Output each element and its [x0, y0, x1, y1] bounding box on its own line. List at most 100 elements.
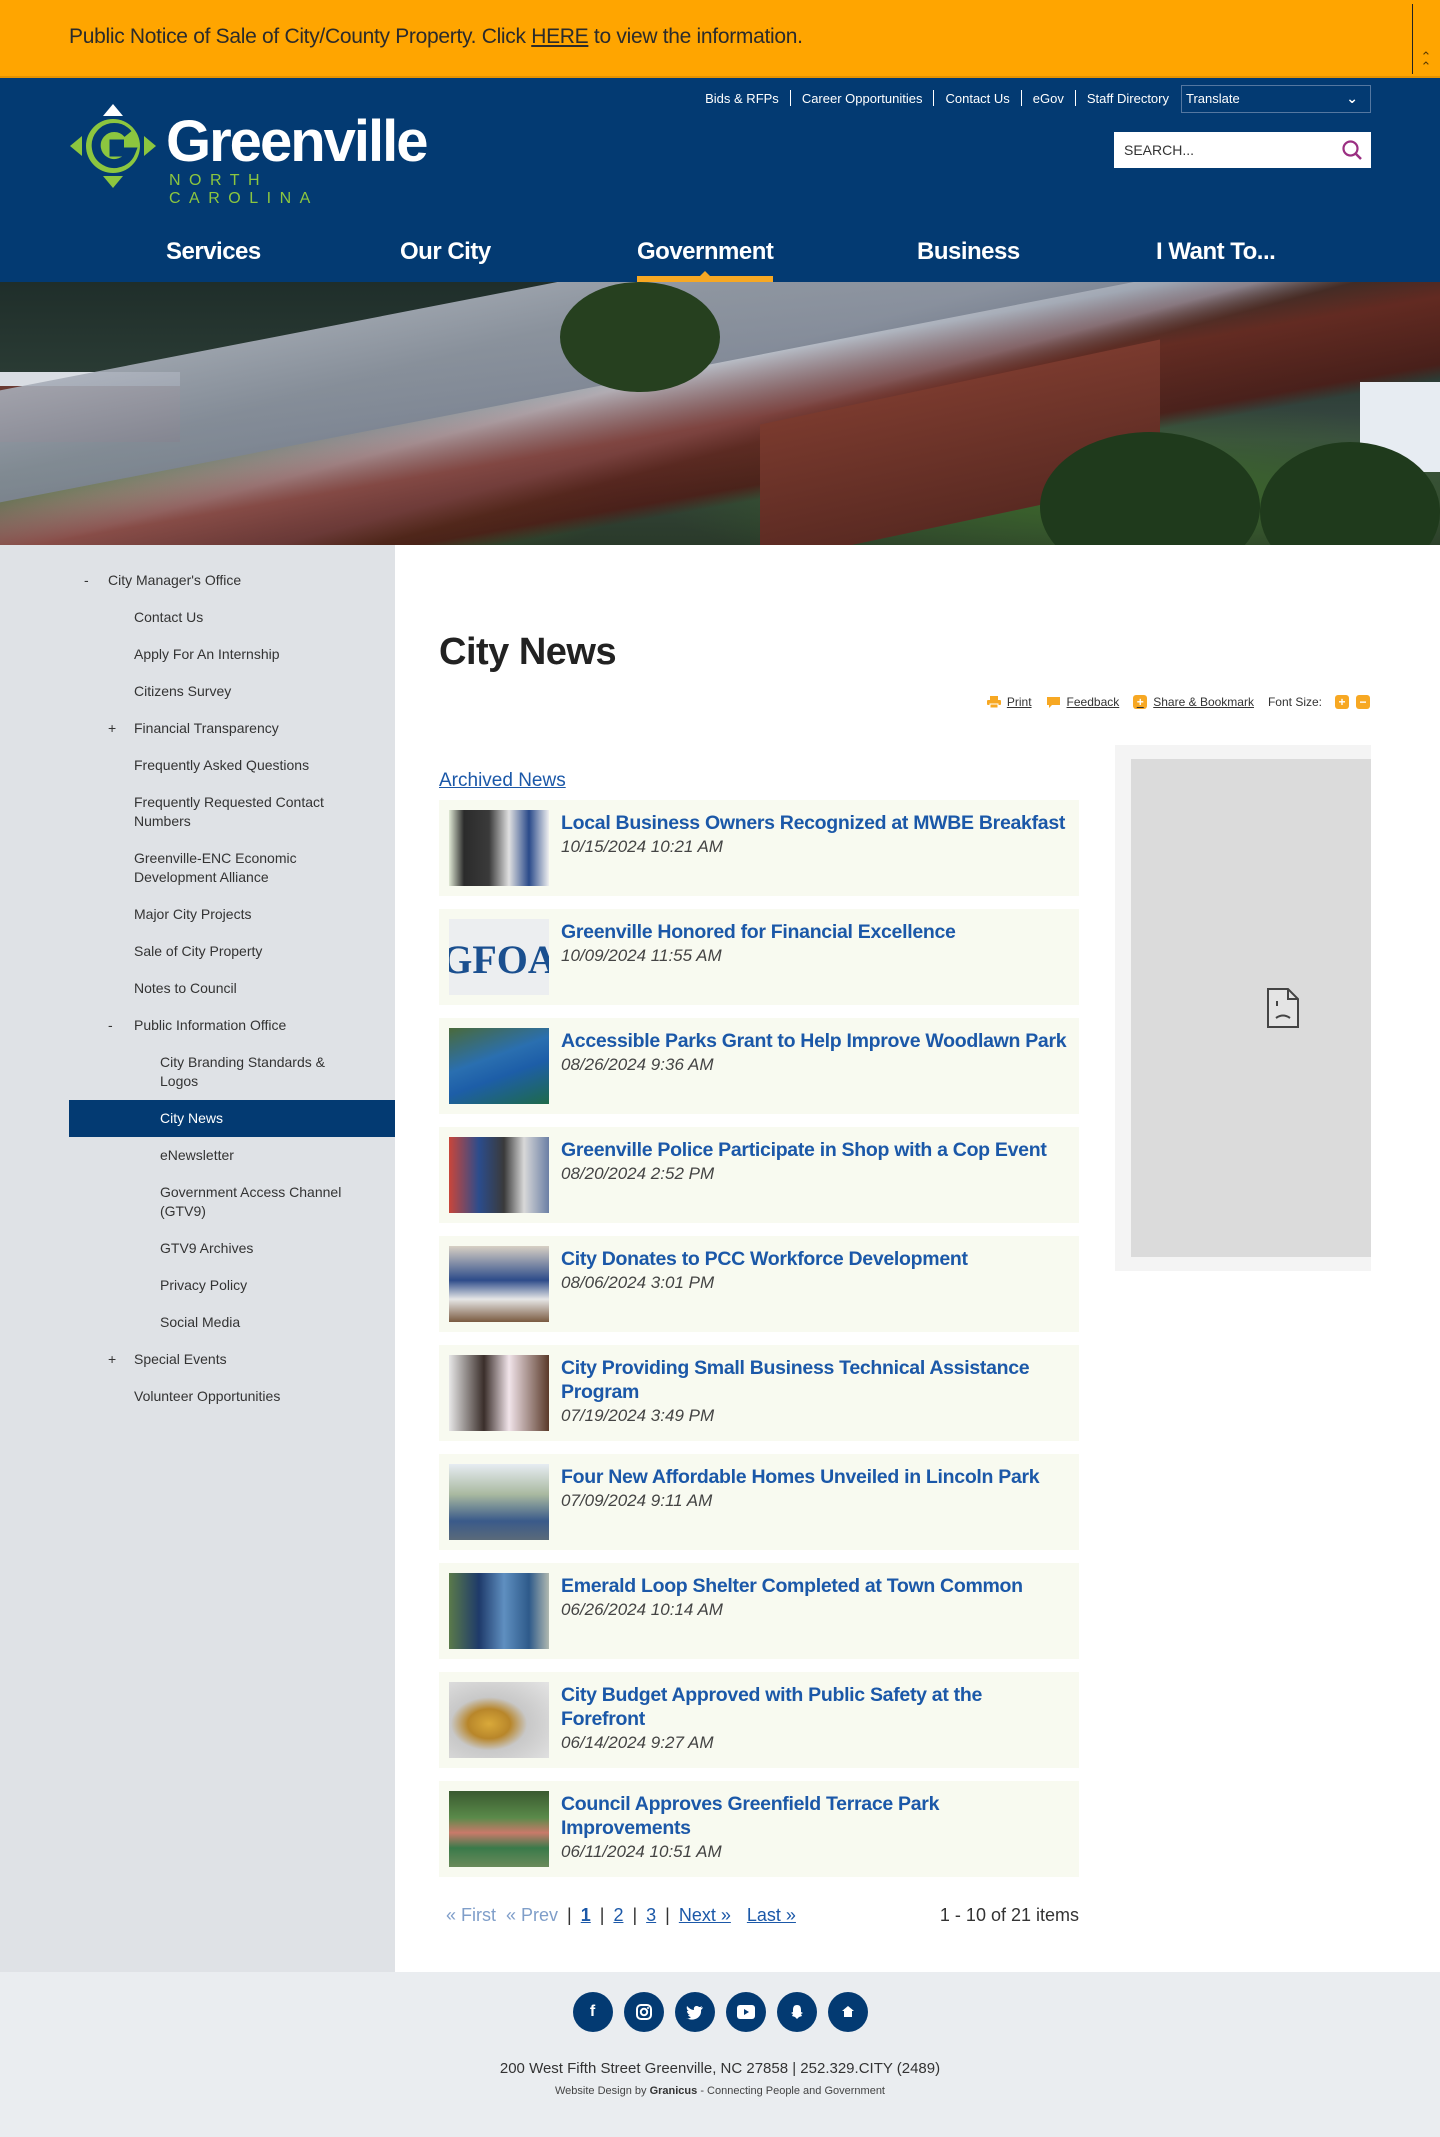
news-title-link[interactable]: Local Business Owners Recognized at MWBE… — [561, 811, 1065, 835]
sidebar-item[interactable]: Frequently Requested Contact Numbers — [0, 784, 395, 840]
news-title-link[interactable]: Greenville Honored for Financial Excelle… — [561, 920, 956, 944]
news-title-link[interactable]: Accessible Parks Grant to Help Improve W… — [561, 1029, 1067, 1053]
nav-services[interactable]: Services — [166, 224, 261, 280]
expand-icon[interactable]: + — [108, 719, 116, 738]
collapse-icon[interactable]: - — [108, 1016, 113, 1035]
news-text: Council Approves Greenfield Terrace Park… — [561, 1791, 1069, 1867]
news-thumbnail[interactable] — [449, 1682, 549, 1758]
sidebar-item[interactable]: GTV9 Archives — [0, 1230, 395, 1267]
utility-link-bids[interactable]: Bids & RFPs — [694, 91, 790, 106]
svg-text:GFOA: GFOA — [449, 937, 549, 982]
news-item: Emerald Loop Shelter Completed at Town C… — [439, 1563, 1079, 1659]
sidebar-item[interactable]: Privacy Policy — [0, 1267, 395, 1304]
sidebar-item[interactable]: eNewsletter — [0, 1137, 395, 1174]
pager-count: 1 - 10 of 21 items — [939, 1905, 1079, 1925]
news-text: City Providing Small Business Technical … — [561, 1355, 1069, 1431]
sidebar-item[interactable]: Contact Us — [0, 599, 395, 636]
news-thumbnail[interactable] — [449, 1246, 549, 1322]
archived-news-link[interactable]: Archived News — [439, 770, 566, 792]
font-increase-button[interactable]: + — [1335, 695, 1349, 709]
search-input[interactable] — [1114, 132, 1314, 168]
sidebar-item[interactable]: Social Media — [0, 1304, 395, 1341]
sidebar-item[interactable]: City News — [69, 1100, 395, 1137]
sidebar-item[interactable]: City Branding Standards & Logos — [0, 1044, 395, 1100]
news-date: 08/20/2024 2:52 PM — [561, 1164, 715, 1183]
news-date: 10/15/2024 10:21 AM — [561, 837, 723, 856]
news-thumbnail[interactable] — [449, 1137, 549, 1213]
sidebar-item-label: City News — [160, 1110, 224, 1126]
site-footer: f 200 West Fifth Street Greenville, NC 2… — [0, 1972, 1440, 2137]
sidebar-item[interactable]: - Public Information Office — [0, 1007, 395, 1044]
news-text: City Donates to PCC Workforce Developmen… — [561, 1246, 968, 1322]
pager-page-2[interactable]: 2 — [613, 1905, 623, 1926]
pager-separator: | — [567, 1905, 572, 1925]
news-title-link[interactable]: Council Approves Greenfield Terrace Park… — [561, 1792, 1069, 1840]
sidebar-item-label: Contact Us — [134, 609, 204, 625]
pager-next[interactable]: Next » — [679, 1905, 731, 1926]
search-icon[interactable] — [1341, 139, 1363, 161]
news-title-link[interactable]: Four New Affordable Homes Unveiled in Li… — [561, 1465, 1040, 1489]
font-decrease-button[interactable]: − — [1356, 695, 1370, 709]
sidebar-item[interactable]: Notes to Council — [0, 970, 395, 1007]
sidebar-item-label: Financial Transparency — [134, 720, 279, 736]
nav-our-city[interactable]: Our City — [400, 224, 491, 280]
sidebar-item[interactable]: Government Access Channel (GTV9) — [0, 1174, 395, 1230]
news-thumbnail[interactable] — [449, 1573, 549, 1649]
snapchat-icon[interactable] — [776, 1992, 817, 2032]
news-title-link[interactable]: Greenville Police Participate in Shop wi… — [561, 1138, 1047, 1162]
sidebar-item[interactable]: Sale of City Property — [0, 933, 395, 970]
collapse-icon[interactable]: - — [84, 571, 89, 590]
sidebar-item[interactable]: + Financial Transparency — [0, 710, 395, 747]
alert-here-link[interactable]: HERE — [531, 25, 588, 48]
sidebar-item[interactable]: Volunteer Opportunities — [0, 1378, 395, 1415]
share-bookmark-button[interactable]: + Share & Bookmark — [1133, 695, 1254, 709]
utility-link-contact[interactable]: Contact Us — [934, 91, 1020, 106]
sidebar-item[interactable]: - City Manager's Office — [0, 562, 395, 599]
site-logo[interactable]: Greenville NORTH CAROLINA — [68, 100, 428, 207]
utility-link-careers[interactable]: Career Opportunities — [791, 91, 934, 106]
news-thumbnail[interactable] — [449, 1028, 549, 1104]
utility-link-staff-directory[interactable]: Staff Directory — [1076, 91, 1180, 106]
utility-link-egov[interactable]: eGov — [1022, 91, 1075, 106]
pagination: « First « Prev | 1 | 2 | 3 | Next » Last… — [439, 1905, 1079, 1926]
sidebar-item[interactable]: Citizens Survey — [0, 673, 395, 710]
news-title-link[interactable]: City Budget Approved with Public Safety … — [561, 1683, 1069, 1731]
sidebar-item[interactable]: Apply For An Internship — [0, 636, 395, 673]
news-thumbnail[interactable] — [449, 810, 549, 886]
sidebar-item[interactable]: Frequently Asked Questions — [0, 747, 395, 784]
news-thumbnail[interactable] — [449, 1355, 549, 1431]
news-text: City Budget Approved with Public Safety … — [561, 1682, 1069, 1758]
print-button[interactable]: Print — [986, 695, 1032, 709]
sidebar-item[interactable]: Greenville-ENC Economic Development Alli… — [0, 840, 395, 896]
nav-i-want-to[interactable]: I Want To... — [1156, 224, 1276, 280]
pager-page-3[interactable]: 3 — [646, 1905, 656, 1926]
facebook-icon[interactable]: f — [572, 1992, 613, 2032]
nav-business[interactable]: Business — [917, 224, 1020, 280]
news-title-link[interactable]: Emerald Loop Shelter Completed at Town C… — [561, 1574, 1023, 1598]
feedback-button[interactable]: Feedback — [1046, 695, 1119, 709]
sidebar-item[interactable]: Major City Projects — [0, 896, 395, 933]
twitter-icon[interactable] — [674, 1992, 715, 2032]
plus-box-icon: + — [1133, 695, 1148, 709]
pager-page-1[interactable]: 1 — [581, 1905, 591, 1926]
news-thumbnail[interactable] — [449, 1791, 549, 1867]
sidebar-item-label: Apply For An Internship — [134, 646, 280, 662]
news-title-link[interactable]: City Providing Small Business Technical … — [561, 1356, 1069, 1404]
granicus-link[interactable]: Granicus — [650, 2085, 698, 2097]
double-chevron-up-icon[interactable]: ⌃ ⌃ — [1419, 50, 1433, 73]
translate-select[interactable]: Translate ⌄ — [1181, 85, 1371, 113]
expand-icon[interactable]: + — [108, 1350, 116, 1369]
news-date: 10/09/2024 11:55 AM — [561, 946, 722, 965]
pager-first: « First — [446, 1905, 497, 1925]
news-date: 08/06/2024 3:01 PM — [561, 1273, 715, 1292]
news-thumbnail[interactable] — [449, 1464, 549, 1540]
news-thumbnail[interactable]: GFOA — [449, 919, 549, 995]
youtube-icon[interactable] — [725, 1992, 766, 2032]
instagram-icon[interactable] — [623, 1992, 664, 2032]
nav-government[interactable]: Government — [637, 224, 774, 282]
news-title-link[interactable]: City Donates to PCC Workforce Developmen… — [561, 1247, 968, 1271]
sidebar-item-label: Greenville-ENC Economic Development Alli… — [134, 850, 297, 885]
nextdoor-icon[interactable] — [827, 1992, 868, 2032]
sidebar-item[interactable]: + Special Events — [0, 1341, 395, 1378]
pager-last[interactable]: Last » — [747, 1905, 796, 1926]
